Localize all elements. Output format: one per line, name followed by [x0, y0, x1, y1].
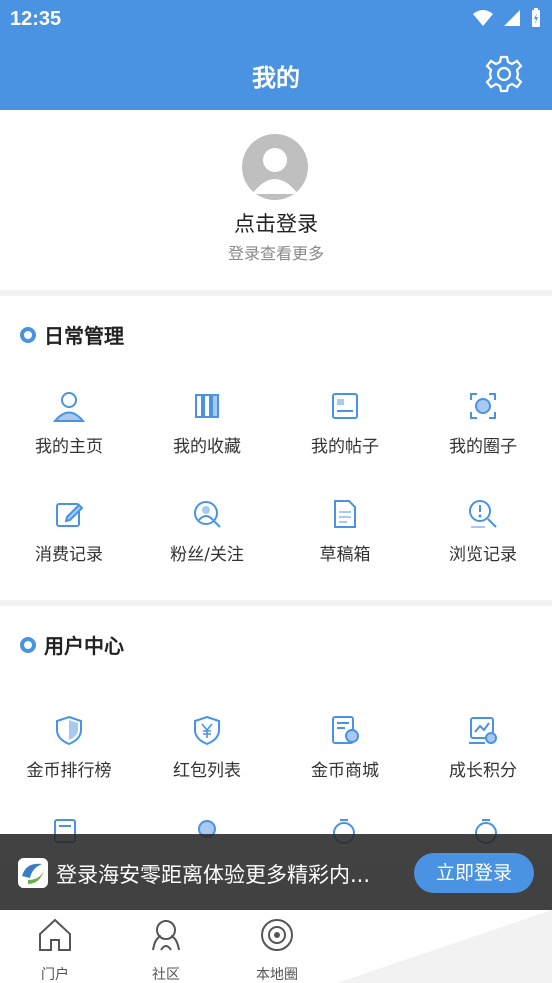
follow-search-icon — [194, 501, 221, 528]
profile-section[interactable]: 点击登录 登录查看更多 — [0, 110, 552, 290]
login-prompt[interactable]: 点击登录 — [0, 208, 552, 238]
document-icon — [334, 500, 356, 528]
bottom-nav: 门户 社区 本地圈 — [0, 910, 552, 983]
circle-face-icon — [470, 393, 496, 419]
grid-item-spending-records[interactable]: 消费记录 — [0, 480, 138, 588]
banner-text: 登录海安零距离体验更多精彩内... — [56, 863, 371, 887]
score-chart-icon — [469, 717, 497, 744]
grid-item-drafts[interactable]: 草稿箱 — [276, 480, 414, 588]
status-icons — [472, 8, 542, 28]
app-header: 我的 — [0, 40, 552, 110]
post-card-icon — [332, 393, 358, 419]
signal-icon — [504, 10, 520, 26]
nav-label: 社区 — [152, 967, 180, 983]
local-circle-icon — [261, 919, 293, 951]
history-search-icon — [469, 500, 497, 528]
grid-item-label: 我的收藏 — [173, 437, 241, 457]
yen-shield-icon — [194, 715, 220, 746]
avatar-placeholder-icon — [252, 148, 298, 194]
app-logo-icon — [18, 858, 48, 888]
grid-item-my-homepage[interactable]: 我的主页 — [0, 372, 138, 480]
grid-item-label: 我的主页 — [35, 437, 103, 457]
grid-item-label: 我的帖子 — [311, 437, 379, 457]
status-bar: 12:35 — [0, 0, 552, 40]
grid-item-label: 粉丝/关注 — [170, 545, 244, 565]
nav-local-circle[interactable]: 本地圈 — [237, 916, 317, 983]
user-center-section: 用户中心 金币排行榜 红包列表 金币商城 成长积分 — [0, 606, 552, 866]
grid-item-my-circles[interactable]: 我的圈子 — [414, 372, 552, 480]
grid-item-label: 成长积分 — [449, 761, 517, 781]
daily-management-section: 日常管理 我的主页 我的收藏 我的帖子 我的圈子 消费记录 粉丝/关注 草稿箱 … — [0, 296, 552, 600]
settings-gear-icon[interactable] — [484, 54, 524, 94]
grid-item-label: 我的圈子 — [449, 437, 517, 457]
section-dot-icon — [20, 636, 36, 653]
grid-item-label: 金币商城 — [311, 761, 379, 781]
grid-item-label: 草稿箱 — [319, 545, 371, 565]
daily-grid: 我的主页 我的收藏 我的帖子 我的圈子 消费记录 粉丝/关注 草稿箱 浏览记录 — [0, 372, 552, 588]
section-title: 日常管理 — [20, 320, 124, 349]
grid-item-coin-mall[interactable]: 金币商城 — [276, 696, 414, 804]
login-banner[interactable]: 登录海安零距离体验更多精彩内... 立即登录 — [0, 834, 552, 910]
section-title-text: 用户中心 — [44, 634, 124, 658]
edit-icon — [56, 503, 84, 527]
section-dot-icon — [20, 326, 36, 343]
page-title: 我的 — [252, 64, 300, 92]
user-center-grid: 金币排行榜 红包列表 金币商城 成长积分 — [0, 696, 552, 804]
status-time: 12:35 — [10, 8, 62, 30]
shield-icon — [56, 715, 82, 746]
grid-item-coin-ranking[interactable]: 金币排行榜 — [0, 696, 138, 804]
mall-icon — [332, 716, 359, 744]
grid-item-browse-history[interactable]: 浏览记录 — [414, 480, 552, 588]
app-logo — [18, 858, 48, 888]
user-icon — [53, 392, 85, 422]
nav-community[interactable]: 社区 — [126, 916, 206, 983]
grid-item-my-favorites[interactable]: 我的收藏 — [138, 372, 276, 480]
books-icon — [195, 394, 219, 418]
community-icon — [152, 920, 180, 951]
login-subtitle: 登录查看更多 — [227, 244, 324, 263]
nav-label: 门户 — [41, 967, 69, 983]
app-root: 12:35 我的 点击登录 登录查看更多 日常管理 我的主页 我的收藏 我的帖子… — [0, 0, 552, 983]
grid-item-label: 金币排行榜 — [26, 761, 112, 781]
wifi-icon — [473, 10, 493, 26]
nav-label: 本地圈 — [256, 967, 298, 983]
grid-item-growth-points[interactable]: 成长积分 — [414, 696, 552, 804]
avatar[interactable] — [242, 134, 308, 200]
grid-item-label: 红包列表 — [173, 761, 241, 781]
grid-item-label: 消费记录 — [35, 545, 103, 565]
grid-item-fans-follow[interactable]: 粉丝/关注 — [138, 480, 276, 588]
grid-item-label: 浏览记录 — [449, 545, 517, 565]
section-title: 用户中心 — [20, 630, 124, 659]
home-icon — [39, 918, 71, 951]
section-title-text: 日常管理 — [44, 324, 124, 348]
nav-portal[interactable]: 门户 — [15, 916, 95, 983]
grid-item-red-packet-list[interactable]: 红包列表 — [138, 696, 276, 804]
login-now-button[interactable]: 立即登录 — [414, 853, 534, 893]
grid-item-my-posts[interactable]: 我的帖子 — [276, 372, 414, 480]
nav-corner-decoration — [337, 910, 552, 983]
battery-icon — [532, 8, 540, 27]
